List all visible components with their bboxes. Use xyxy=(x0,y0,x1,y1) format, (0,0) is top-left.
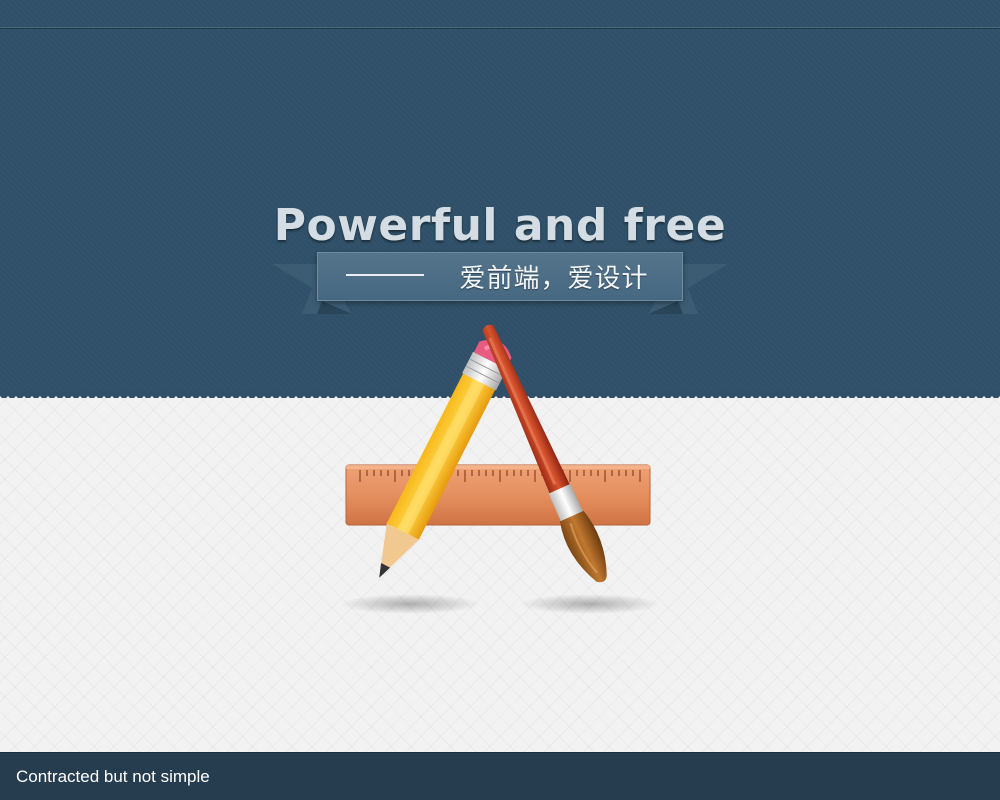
hero-top-divider xyxy=(0,27,1000,28)
ribbon-dash-line xyxy=(346,274,424,276)
pencil-icon xyxy=(379,339,512,578)
footer-bar: Contracted but not simple xyxy=(0,752,1000,800)
ribbon-label: 爱前端，爱设计 xyxy=(459,264,649,294)
headline: Powerful and free xyxy=(273,200,727,251)
footer-tagline: Contracted but not simple xyxy=(16,767,210,786)
design-tools-icon xyxy=(340,324,660,614)
